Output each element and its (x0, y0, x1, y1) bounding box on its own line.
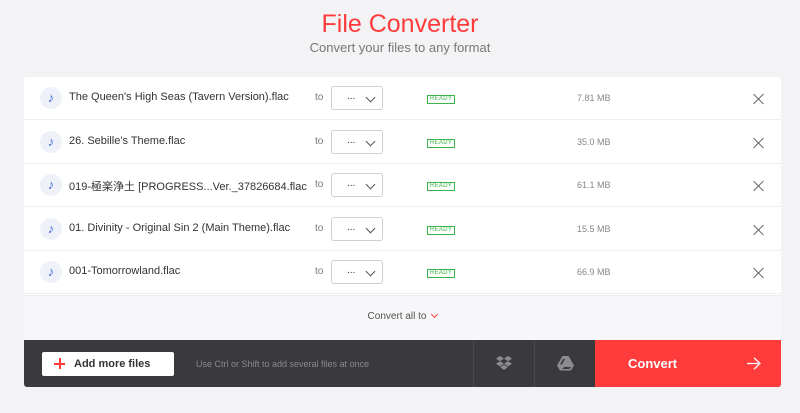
arrow-right-icon (747, 357, 761, 370)
format-select[interactable]: ... (331, 86, 383, 110)
format-value: ... (347, 91, 356, 102)
status-badge: READY (427, 95, 456, 104)
file-row: ♪ 01. Divinity - Original Sin 2 (Main Th… (24, 208, 781, 251)
status-badge: READY (427, 269, 456, 278)
file-size: 7.81 MB (577, 93, 611, 103)
convert-all-dropdown[interactable]: Convert all to (24, 310, 781, 322)
file-row: ♪ The Queen's High Seas (Tavern Version)… (24, 77, 781, 120)
convert-button[interactable]: Convert (595, 340, 781, 387)
file-panel: ♪ The Queen's High Seas (Tavern Version)… (24, 77, 781, 387)
dropbox-button[interactable] (473, 340, 534, 387)
chevron-down-icon (365, 266, 376, 277)
page-title: File Converter (321, 10, 479, 38)
chevron-down-icon (365, 179, 376, 190)
convert-all-label: Convert all to (367, 311, 427, 322)
to-label: to (315, 136, 324, 147)
convert-all-bar: Convert all to (24, 295, 781, 340)
chevron-down-icon (365, 223, 376, 234)
file-size: 61.1 MB (577, 180, 611, 190)
format-select[interactable]: ... (331, 217, 383, 241)
plus-icon (54, 358, 65, 369)
google-drive-icon (557, 356, 574, 371)
music-note-icon: ♪ (40, 218, 62, 240)
to-label: to (315, 92, 324, 103)
chevron-down-icon (431, 310, 439, 319)
file-row: ♪ 001-Tomorrowland.flac to ... READY 66.… (24, 251, 781, 294)
file-name: 001-Tomorrowland.flac (69, 265, 181, 277)
status-badge: READY (427, 139, 456, 148)
file-name: 26. Sebille's Theme.flac (69, 135, 186, 147)
chevron-down-icon (365, 92, 376, 103)
add-files-button[interactable]: Add more files (42, 352, 174, 376)
file-row: ♪ 019-極楽浄土 [PROGRESS...Ver._37826684.fla… (24, 164, 781, 207)
format-value: ... (347, 222, 356, 233)
file-size: 35.0 MB (577, 137, 611, 147)
format-value: ... (347, 135, 356, 146)
multi-select-hint: Use Ctrl or Shift to add several files a… (196, 359, 370, 369)
format-select[interactable]: ... (331, 260, 383, 284)
dropbox-icon (496, 356, 512, 370)
music-note-icon: ♪ (40, 261, 62, 283)
file-name: 01. Divinity - Original Sin 2 (Main Them… (69, 222, 291, 234)
file-size: 15.5 MB (577, 224, 611, 234)
format-select[interactable]: ... (331, 173, 383, 197)
music-note-icon: ♪ (40, 87, 62, 109)
to-label: to (315, 266, 324, 277)
convert-label: Convert (628, 356, 678, 371)
chevron-down-icon (365, 136, 376, 147)
file-name: The Queen's High Seas (Tavern Version).f… (69, 91, 289, 103)
music-note-icon: ♪ (40, 174, 62, 196)
add-files-label: Add more files (74, 358, 151, 370)
remove-file-icon[interactable] (753, 93, 765, 105)
file-size: 66.9 MB (577, 267, 611, 277)
format-select[interactable]: ... (331, 130, 383, 154)
format-value: ... (347, 265, 356, 276)
file-row: ♪ 26. Sebille's Theme.flac to ... READY … (24, 121, 781, 164)
remove-file-icon[interactable] (753, 267, 765, 279)
file-name: 019-極楽浄土 [PROGRESS...Ver._37826684.flac (69, 181, 307, 193)
remove-file-icon[interactable] (753, 180, 765, 192)
google-drive-button[interactable] (534, 340, 595, 387)
remove-file-icon[interactable] (753, 137, 765, 149)
music-note-icon: ♪ (40, 131, 62, 153)
status-badge: READY (427, 182, 456, 191)
page-subtitle: Convert your files to any format (309, 40, 491, 55)
to-label: to (315, 223, 324, 234)
remove-file-icon[interactable] (753, 224, 765, 236)
format-value: ... (347, 178, 356, 189)
action-bar: Add more files Use Ctrl or Shift to add … (24, 340, 781, 387)
status-badge: READY (427, 226, 456, 235)
to-label: to (315, 179, 324, 190)
